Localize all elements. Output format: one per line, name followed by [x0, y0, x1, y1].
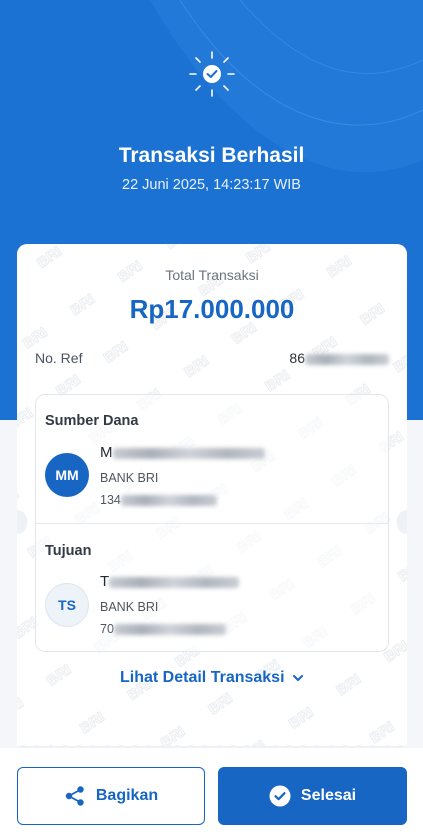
chevron-down-icon: [292, 674, 303, 681]
view-transaction-detail-link[interactable]: Lihat Detail Transaksi: [17, 669, 407, 687]
ticket-notch-right: [397, 510, 407, 534]
done-label: Selesai: [300, 787, 357, 804]
source-title: Sumber Dana: [45, 413, 139, 429]
share-label: Bagikan: [95, 787, 159, 804]
total-amount: Rp17.000.000: [129, 294, 295, 324]
destination-name: T: [100, 573, 240, 590]
destination-bank: BANK BRI: [100, 600, 159, 614]
ref-label: No. Ref: [35, 350, 83, 366]
transaction-datetime: 22 Juni 2025, 14:23:17 WIB: [122, 177, 301, 193]
destination-title: Tujuan: [45, 543, 92, 559]
receipt-card: BRI Total Transaksi Rp17.000.000 No. Ref…: [17, 244, 407, 754]
done-button[interactable]: Selesai: [218, 767, 407, 825]
source-avatar: MM: [45, 453, 89, 497]
share-icon: [65, 786, 84, 806]
destination-avatar: TS: [45, 583, 89, 627]
ref-value: 86: [289, 350, 389, 366]
total-label: Total Transaksi: [165, 267, 259, 283]
source-name: M: [100, 444, 265, 461]
success-title: Transaksi Berhasil: [118, 144, 305, 167]
section-divider: [36, 523, 388, 524]
source-account: 134: [100, 493, 217, 507]
source-bank: BANK BRI: [100, 471, 159, 485]
check-burst-icon: [189, 51, 235, 97]
account-details-card: Sumber Dana MM M BANK BRI 134 Tujuan TS …: [35, 394, 389, 652]
share-button[interactable]: Bagikan: [17, 767, 205, 825]
check-circle-icon: [269, 785, 291, 807]
action-footer: Bagikan Selesai: [0, 748, 423, 837]
destination-account: 70: [100, 622, 226, 636]
